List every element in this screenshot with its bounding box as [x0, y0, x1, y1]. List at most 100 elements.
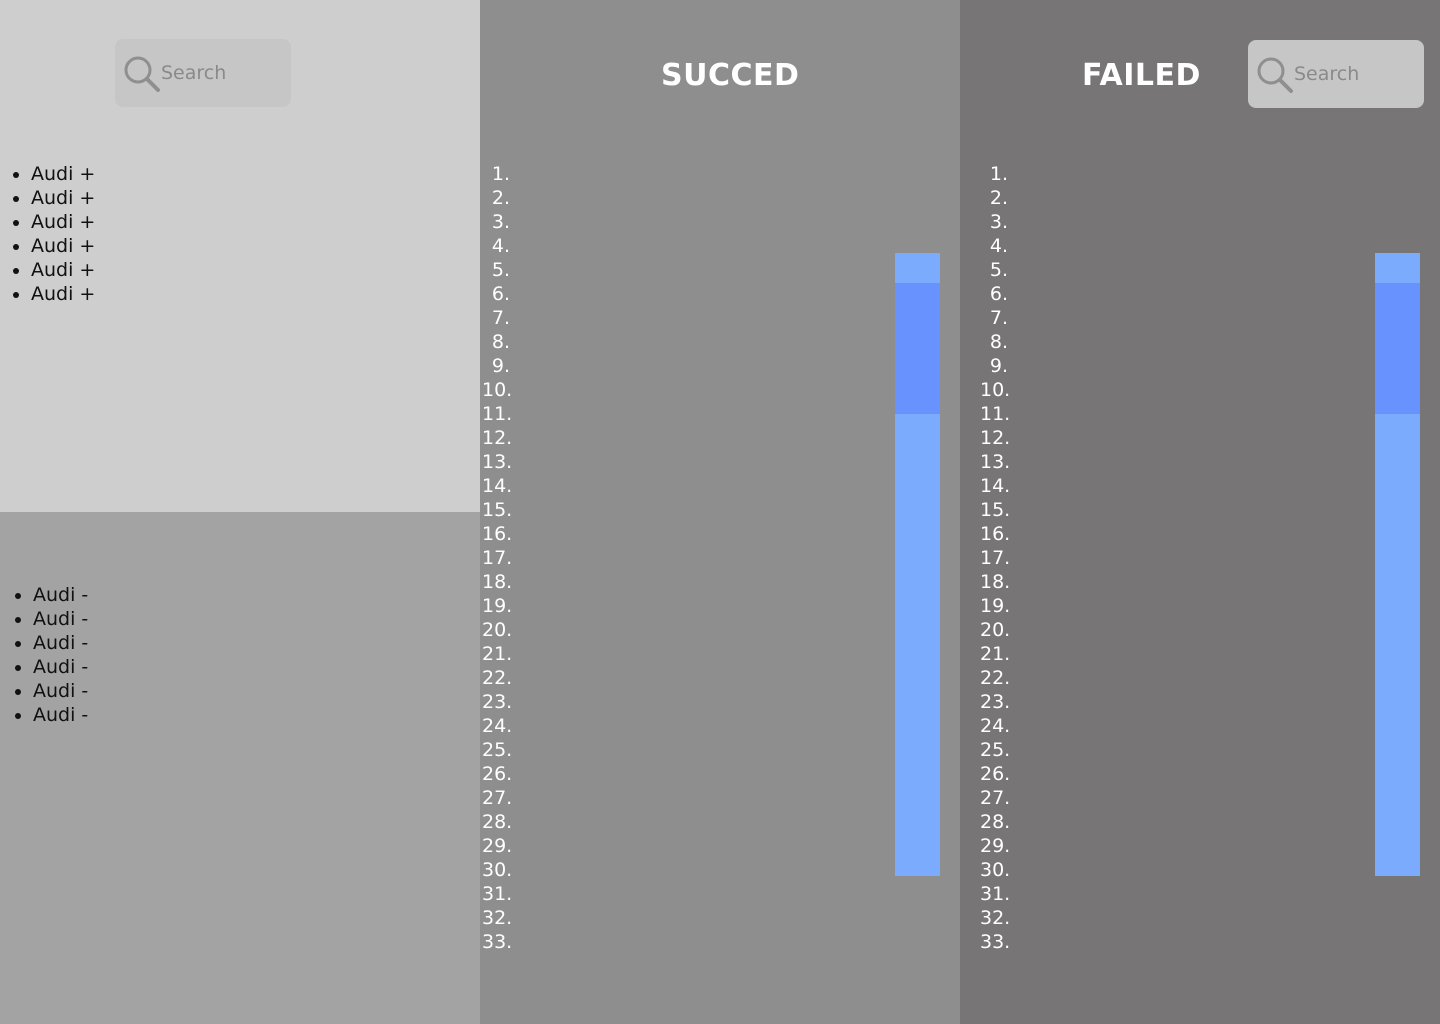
failed-list-item: 29.: [980, 834, 1010, 858]
succeed-list-item: 25.: [482, 738, 512, 762]
list-number: 3.: [491, 211, 510, 233]
failed-column: FAILED 1. 2. 3. 4. 5. 6. 7. 8. 9. 10. 11. 12. 13. 14.…: [960, 0, 1440, 1024]
list-number: 32.: [980, 907, 1011, 929]
failed-list-item: 22.: [980, 666, 1011, 690]
failed-list-item: 27.: [980, 786, 1010, 810]
list-number: 16.: [980, 523, 1011, 545]
failed-list-item: 13.: [980, 450, 1011, 474]
succeed-list-item: 4.: [482, 234, 510, 258]
list-number: 6.: [989, 283, 1008, 305]
list-number: 5.: [491, 259, 510, 281]
positive-list-item: Audi +: [31, 186, 95, 210]
negative-list: Audi -Audi -Audi -Audi -Audi -Audi -: [0, 583, 88, 727]
list-number: 11.: [980, 403, 1011, 425]
list-number: 8.: [989, 331, 1008, 353]
failed-scrollbar-thumb[interactable]: [1375, 283, 1420, 414]
list-number: 17.: [482, 547, 513, 569]
failed-list-item: 19.: [980, 594, 1010, 618]
failed-list-item: 16.: [980, 522, 1011, 546]
search-box[interactable]: [115, 39, 291, 107]
succeed-list-item: 14.: [482, 474, 512, 498]
list-number: 22.: [980, 667, 1011, 689]
list-number: 17.: [980, 547, 1011, 569]
succeed-list-item: 26.: [482, 762, 513, 786]
positive-list-item: Audi +: [31, 282, 95, 306]
list-number: 5.: [989, 259, 1008, 281]
succeed-scrollbar-thumb[interactable]: [895, 283, 940, 414]
list-number: 31.: [980, 883, 1011, 905]
failed-list-item: 18.: [980, 570, 1011, 594]
list-number: 8.: [491, 331, 510, 353]
positive-list-item: Audi +: [31, 234, 95, 258]
succeed-list-item: 2.: [482, 186, 510, 210]
succeed-list-item: 5.: [482, 258, 510, 282]
list-number: 18.: [980, 571, 1011, 593]
positive-list: Audi +Audi +Audi +Audi +Audi +Audi +: [0, 162, 95, 306]
failed-list-item: 14.: [980, 474, 1011, 498]
failed-list-item: 7.: [980, 306, 1008, 330]
list-number: 19.: [482, 595, 513, 617]
list-number: 20.: [980, 619, 1011, 641]
list-number: 13.: [980, 451, 1011, 473]
list-number: 9.: [989, 355, 1008, 377]
page: Audi +Audi +Audi +Audi +Audi +Audi + Aud…: [0, 0, 1440, 1024]
failed-list-item: 1.: [980, 162, 1008, 186]
succeed-list: 1. 2. 3. 4. 5. 6. 7. 8. 9. 10. 11. 12. 13. 14. 15. 16. 1…: [482, 162, 513, 954]
list-number: 12.: [482, 427, 513, 449]
list-number: 33.: [980, 931, 1011, 953]
list-number: 10.: [482, 379, 513, 401]
list-number: 9.: [491, 355, 510, 377]
failed-list: 1. 2. 3. 4. 5. 6. 7. 8. 9. 10. 11. 12. 13. 14. 15. 16. 1…: [980, 162, 1011, 954]
failed-search-input[interactable]: [1292, 60, 1418, 88]
succeed-list-item: 20.: [482, 618, 512, 642]
list-number: 32.: [482, 907, 513, 929]
succeed-list-item: 23.: [482, 690, 512, 714]
failed-scrollbar[interactable]: [1375, 253, 1420, 876]
negative-list-item: Audi -: [33, 679, 88, 703]
list-number: 16.: [482, 523, 513, 545]
search-icon: [124, 56, 160, 92]
failed-search-box[interactable]: [1248, 40, 1424, 108]
failed-list-item: 8.: [980, 330, 1008, 354]
failed-list-item: 5.: [980, 258, 1008, 282]
negative-panel: Audi -Audi -Audi -Audi -Audi -Audi -: [0, 512, 480, 1024]
list-number: 28.: [980, 811, 1011, 833]
positive-list-item: Audi +: [31, 210, 95, 234]
failed-title: FAILED: [1082, 58, 1201, 93]
list-number: 10.: [980, 379, 1011, 401]
list-number: 2.: [989, 187, 1008, 209]
search-input[interactable]: [159, 59, 285, 87]
succeed-list-item: 29.: [482, 834, 513, 858]
list-number: 15.: [980, 499, 1011, 521]
succeed-list-item: 17.: [482, 546, 513, 570]
succeed-list-item: 22.: [482, 666, 512, 690]
succeed-list-item: 30.: [482, 858, 512, 882]
positive-list-item: Audi +: [31, 162, 95, 186]
failed-list-item: 15.: [980, 498, 1011, 522]
failed-list-item: 32.: [980, 906, 1011, 930]
negative-list-item: Audi -: [33, 607, 88, 631]
succeed-list-item: 10.: [482, 378, 513, 402]
list-number: 29.: [482, 835, 513, 857]
list-number: 26.: [482, 763, 513, 785]
succeed-list-item: 13.: [482, 450, 513, 474]
succeed-list-item: 28.: [482, 810, 512, 834]
succeed-scrollbar[interactable]: [895, 253, 940, 876]
failed-list-item: 21.: [980, 642, 1010, 666]
succeed-list-item: 24.: [482, 714, 512, 738]
positive-panel: Audi +Audi +Audi +Audi +Audi +Audi +: [0, 0, 480, 512]
failed-list-item: 17.: [980, 546, 1011, 570]
failed-list-item: 9.: [980, 354, 1008, 378]
list-number: 26.: [980, 763, 1011, 785]
succeed-list-item: 18.: [482, 570, 512, 594]
list-number: 24.: [980, 715, 1011, 737]
succeed-title: SUCCED: [661, 58, 800, 93]
succeed-list-item: 11.: [482, 402, 512, 426]
list-number: 14.: [980, 475, 1011, 497]
list-number: 13.: [482, 451, 513, 473]
succeed-list-item: 9.: [482, 354, 510, 378]
failed-list-item: 12.: [980, 426, 1010, 450]
failed-list-item: 10.: [980, 378, 1011, 402]
list-number: 30.: [980, 859, 1011, 881]
list-number: 2.: [491, 187, 510, 209]
